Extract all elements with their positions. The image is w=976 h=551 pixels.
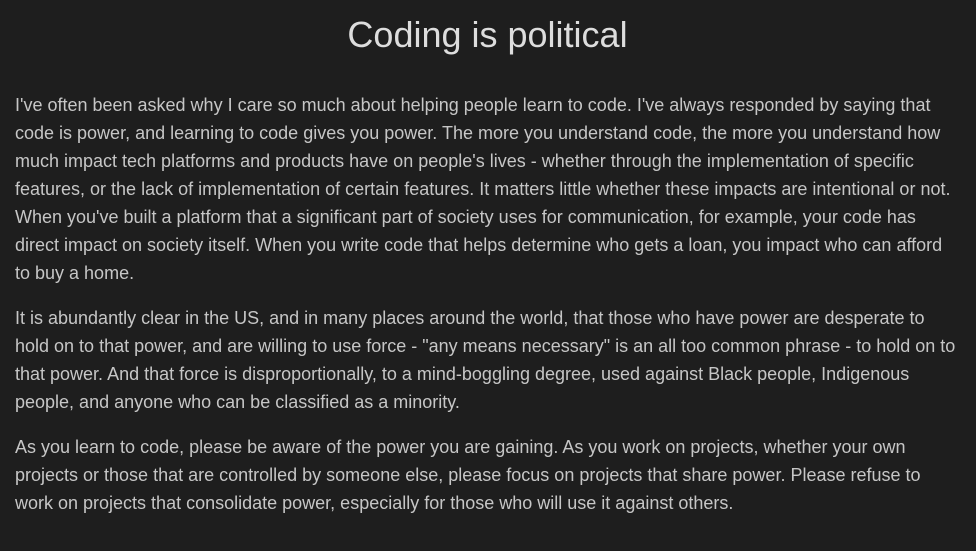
article-paragraph-2: It is abundantly clear in the US, and in… xyxy=(15,308,956,412)
article-paragraph-3: As you learn to code, please be aware of… xyxy=(15,437,921,513)
article-page: Coding is political I've often been aske… xyxy=(0,0,976,551)
article-title: Coding is political xyxy=(347,14,628,55)
article-paragraph-1: I've often been asked why I care so much… xyxy=(15,95,951,283)
article-body: I've often been asked why I care so much… xyxy=(15,91,960,517)
